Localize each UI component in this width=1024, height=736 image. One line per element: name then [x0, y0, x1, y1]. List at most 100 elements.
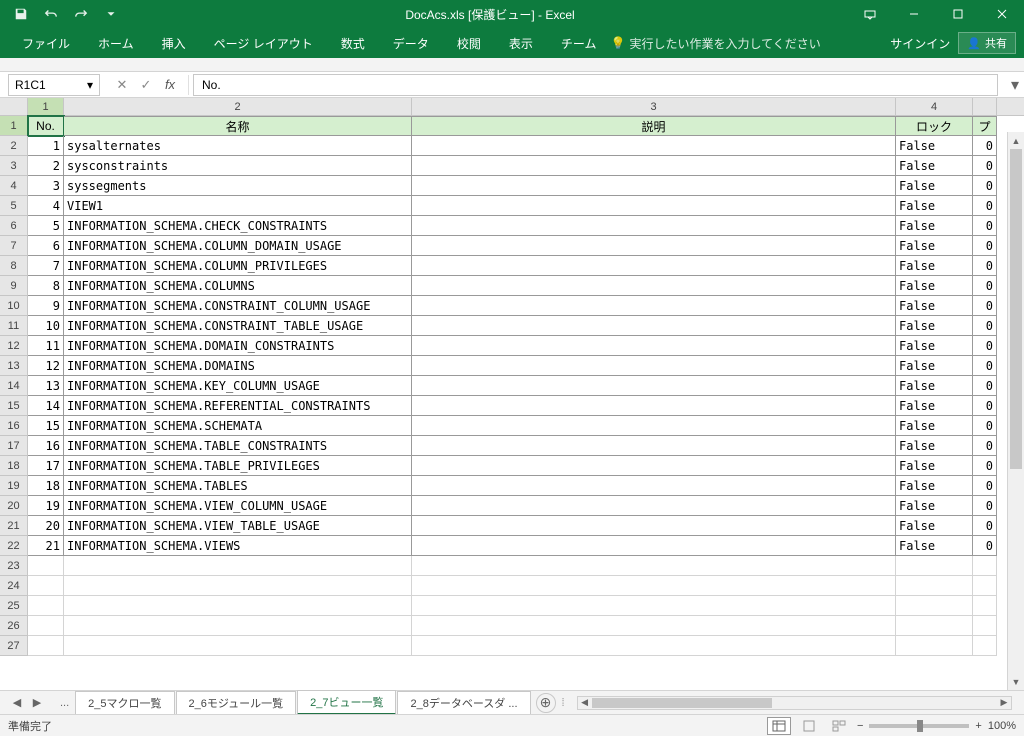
- empty-cell[interactable]: [28, 556, 64, 576]
- cell-desc[interactable]: [412, 196, 896, 216]
- cell-name[interactable]: syssegments: [64, 176, 412, 196]
- cell-no[interactable]: 5: [28, 216, 64, 236]
- cell-name[interactable]: INFORMATION_SCHEMA.VIEW_COLUMN_USAGE: [64, 496, 412, 516]
- cell-name[interactable]: INFORMATION_SCHEMA.SCHEMATA: [64, 416, 412, 436]
- tab-home[interactable]: ホーム: [84, 28, 148, 58]
- cell-lock[interactable]: False: [896, 416, 973, 436]
- cell-lock[interactable]: False: [896, 376, 973, 396]
- tab-page-layout[interactable]: ページ レイアウト: [200, 28, 327, 58]
- cell-no[interactable]: 18: [28, 476, 64, 496]
- row-header[interactable]: 4: [0, 176, 28, 196]
- select-all-corner[interactable]: [0, 98, 28, 115]
- cell-lock[interactable]: False: [896, 516, 973, 536]
- scroll-down-icon[interactable]: ▼: [1008, 673, 1024, 690]
- enter-formula-button[interactable]: ✓: [136, 75, 156, 95]
- cell-desc[interactable]: [412, 276, 896, 296]
- row-header[interactable]: 7: [0, 236, 28, 256]
- maximize-button[interactable]: [936, 0, 980, 28]
- row-header[interactable]: 22: [0, 536, 28, 556]
- cell-name[interactable]: INFORMATION_SCHEMA.CONSTRAINT_TABLE_USAG…: [64, 316, 412, 336]
- col-header-5[interactable]: [973, 98, 997, 115]
- row-header[interactable]: 19: [0, 476, 28, 496]
- cell-desc[interactable]: [412, 416, 896, 436]
- page-layout-view-button[interactable]: [797, 717, 821, 735]
- tab-ellipsis[interactable]: ...: [54, 697, 75, 709]
- empty-cell[interactable]: [64, 636, 412, 656]
- vertical-scrollbar[interactable]: ▲ ▼: [1007, 132, 1024, 690]
- cell-desc[interactable]: [412, 356, 896, 376]
- cell-name[interactable]: sysalternates: [64, 136, 412, 156]
- empty-cell[interactable]: [64, 596, 412, 616]
- cell-pr[interactable]: 0: [973, 136, 997, 156]
- cell-pr[interactable]: 0: [973, 516, 997, 536]
- header-cell-no[interactable]: No.: [28, 116, 64, 136]
- empty-cell[interactable]: [64, 576, 412, 596]
- tab-file[interactable]: ファイル: [8, 28, 84, 58]
- cell-name[interactable]: INFORMATION_SCHEMA.KEY_COLUMN_USAGE: [64, 376, 412, 396]
- row-header[interactable]: 10: [0, 296, 28, 316]
- row-header[interactable]: 2: [0, 136, 28, 156]
- cell-desc[interactable]: [412, 436, 896, 456]
- qat-customize-icon[interactable]: [98, 3, 124, 25]
- cell-no[interactable]: 20: [28, 516, 64, 536]
- cell-desc[interactable]: [412, 156, 896, 176]
- cell-pr[interactable]: 0: [973, 316, 997, 336]
- row-header[interactable]: 14: [0, 376, 28, 396]
- cell-no[interactable]: 11: [28, 336, 64, 356]
- empty-cell[interactable]: [973, 576, 997, 596]
- cell-desc[interactable]: [412, 476, 896, 496]
- header-cell-pr[interactable]: プ: [973, 116, 997, 136]
- empty-cell[interactable]: [973, 556, 997, 576]
- cell-lock[interactable]: False: [896, 156, 973, 176]
- cell-lock[interactable]: False: [896, 196, 973, 216]
- normal-view-button[interactable]: [767, 717, 791, 735]
- cell-name[interactable]: INFORMATION_SCHEMA.CHECK_CONSTRAINTS: [64, 216, 412, 236]
- cell-lock[interactable]: False: [896, 316, 973, 336]
- cell-name[interactable]: INFORMATION_SCHEMA.COLUMN_PRIVILEGES: [64, 256, 412, 276]
- cell-lock[interactable]: False: [896, 136, 973, 156]
- col-header-2[interactable]: 2: [64, 98, 412, 115]
- empty-cell[interactable]: [28, 596, 64, 616]
- cell-no[interactable]: 12: [28, 356, 64, 376]
- tab-formulas[interactable]: 数式: [327, 28, 379, 58]
- header-cell-lock[interactable]: ロック: [896, 116, 973, 136]
- cell-lock[interactable]: False: [896, 336, 973, 356]
- redo-button[interactable]: [68, 3, 94, 25]
- sheet-tab-view[interactable]: 2_7ビュー一覧: [297, 690, 396, 715]
- cell-pr[interactable]: 0: [973, 496, 997, 516]
- cell-no[interactable]: 8: [28, 276, 64, 296]
- row-header[interactable]: 1: [0, 116, 28, 136]
- cell-no[interactable]: 10: [28, 316, 64, 336]
- zoom-level[interactable]: 100%: [988, 720, 1016, 732]
- scroll-right-icon[interactable]: ▶: [997, 696, 1011, 710]
- formula-input[interactable]: No.: [193, 74, 998, 96]
- empty-cell[interactable]: [412, 556, 896, 576]
- empty-cell[interactable]: [28, 576, 64, 596]
- cell-pr[interactable]: 0: [973, 456, 997, 476]
- cell-desc[interactable]: [412, 176, 896, 196]
- cell-no[interactable]: 17: [28, 456, 64, 476]
- cell-no[interactable]: 3: [28, 176, 64, 196]
- row-header[interactable]: 18: [0, 456, 28, 476]
- empty-cell[interactable]: [28, 616, 64, 636]
- tab-nav-next[interactable]: ▶: [28, 694, 46, 712]
- cell-name[interactable]: INFORMATION_SCHEMA.DOMAIN_CONSTRAINTS: [64, 336, 412, 356]
- cell-lock[interactable]: False: [896, 436, 973, 456]
- zoom-in-button[interactable]: +: [975, 720, 981, 732]
- cell-desc[interactable]: [412, 136, 896, 156]
- zoom-out-button[interactable]: −: [857, 720, 863, 732]
- col-header-3[interactable]: 3: [412, 98, 896, 115]
- cell-lock[interactable]: False: [896, 236, 973, 256]
- sheet-tab-db[interactable]: 2_8データベースダ ...: [397, 691, 530, 714]
- empty-cell[interactable]: [896, 576, 973, 596]
- cell-lock[interactable]: False: [896, 456, 973, 476]
- cell-no[interactable]: 6: [28, 236, 64, 256]
- row-header[interactable]: 27: [0, 636, 28, 656]
- cell-desc[interactable]: [412, 216, 896, 236]
- cell-no[interactable]: 1: [28, 136, 64, 156]
- col-header-4[interactable]: 4: [896, 98, 973, 115]
- cell-pr[interactable]: 0: [973, 476, 997, 496]
- empty-cell[interactable]: [64, 616, 412, 636]
- page-break-view-button[interactable]: [827, 717, 851, 735]
- fx-button[interactable]: fx: [160, 75, 180, 95]
